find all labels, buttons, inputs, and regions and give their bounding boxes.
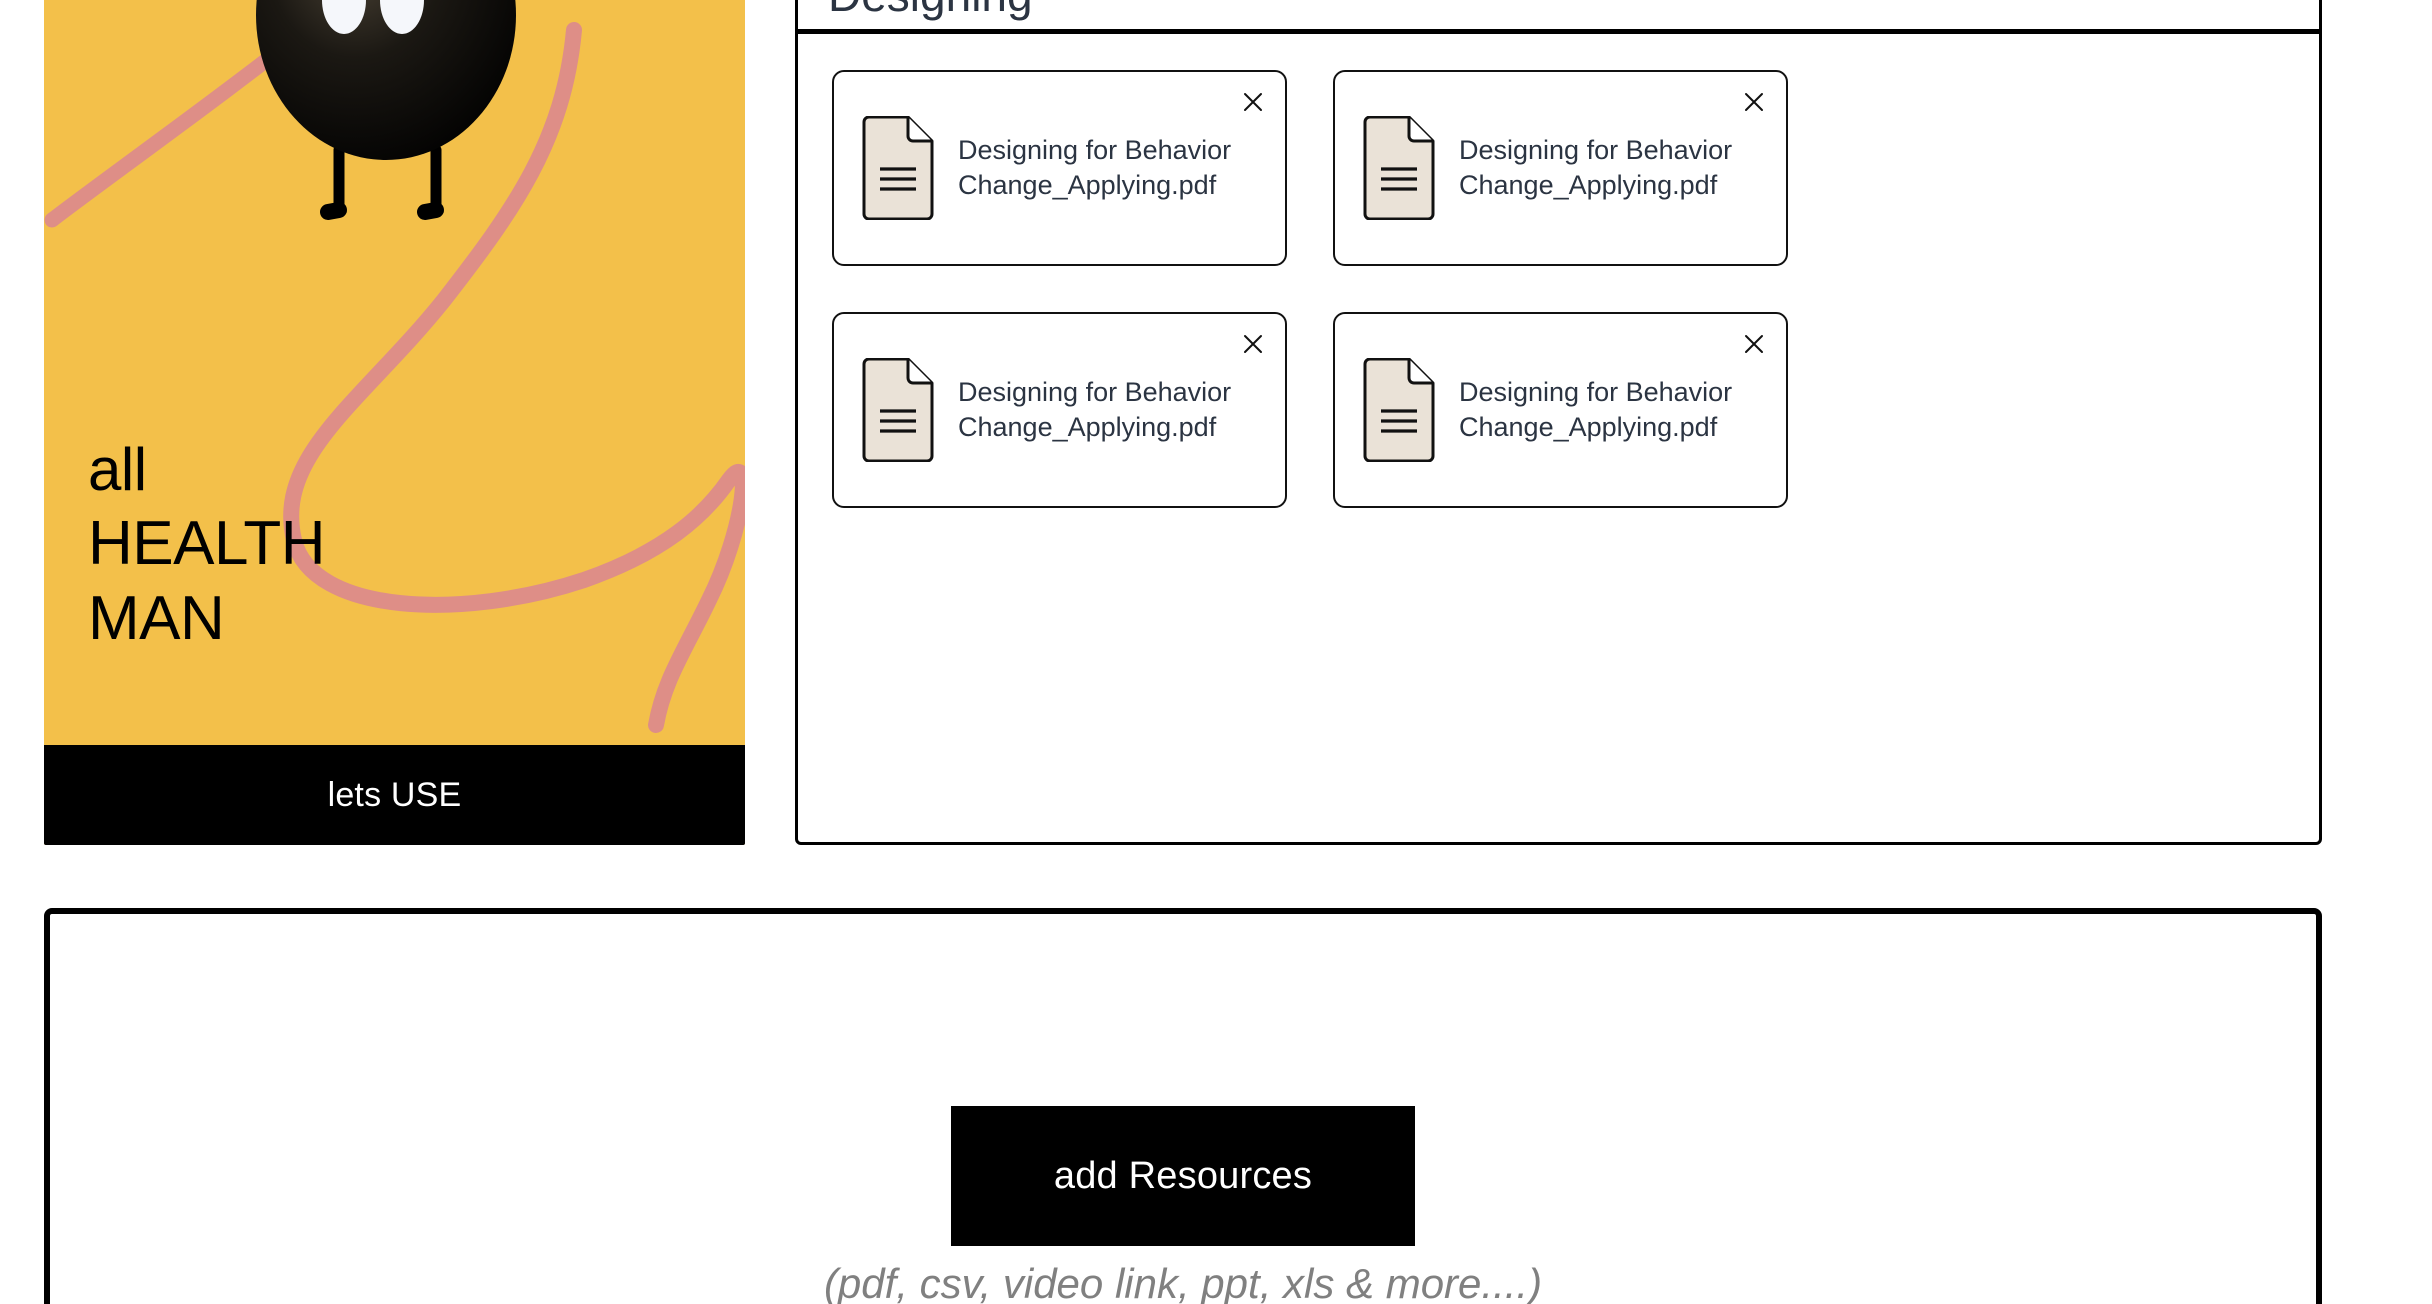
- hero-headline: all HEALTH MAN: [88, 436, 326, 653]
- resources-panel-title: Designing: [828, 0, 1033, 21]
- hero-illustration: [44, 0, 745, 845]
- file-card[interactable]: Designing for Behavior Change_Applying.p…: [1333, 312, 1788, 508]
- resources-panel-body: Designing for Behavior Change_Applying.p…: [798, 34, 2319, 542]
- add-resources-panel: add Resources (pdf, csv, video link, ppt…: [44, 908, 2322, 1304]
- document-icon: [1361, 116, 1437, 220]
- hero-headline-line-3: MAN: [88, 584, 225, 653]
- close-icon[interactable]: [1736, 326, 1772, 362]
- file-card[interactable]: Designing for Behavior Change_Applying.p…: [832, 70, 1287, 266]
- file-card[interactable]: Designing for Behavior Change_Applying.p…: [832, 312, 1287, 508]
- file-name-label: Designing for Behavior Change_Applying.p…: [1459, 377, 1733, 442]
- file-card[interactable]: Designing for Behavior Change_Applying.p…: [1333, 70, 1788, 266]
- file-card-grid: Designing for Behavior Change_Applying.p…: [832, 70, 2285, 508]
- document-icon: [1361, 358, 1437, 462]
- file-name-label: Designing for Behavior Change_Applying.p…: [958, 377, 1232, 442]
- hero-footer-label: lets USE: [327, 775, 462, 814]
- hero-headline-line-2: HEALTH: [88, 509, 326, 578]
- resources-panel: Designing Designing for Behavior Change_…: [795, 0, 2322, 845]
- file-name-label: Designing for Behavior Change_Applying.p…: [1459, 135, 1733, 200]
- resources-panel-header: Designing: [798, 0, 2319, 34]
- close-icon[interactable]: [1235, 84, 1271, 120]
- file-name-label: Designing for Behavior Change_Applying.p…: [958, 135, 1232, 200]
- hero-card[interactable]: all HEALTH MAN lets USE: [44, 0, 745, 845]
- hero-footer-button[interactable]: lets USE: [44, 745, 745, 845]
- add-resources-button[interactable]: add Resources: [951, 1106, 1415, 1246]
- document-icon: [860, 116, 936, 220]
- hero-headline-line-1: all: [88, 436, 147, 503]
- add-resources-hint: (pdf, csv, video link, ppt, xls & more..…: [823, 1260, 1543, 1304]
- add-resources-dropzone[interactable]: add Resources (pdf, csv, video link, ppt…: [50, 914, 2316, 1304]
- page-root: all HEALTH MAN lets USE Designing for Be…: [0, 0, 2432, 1304]
- close-icon[interactable]: [1736, 84, 1772, 120]
- close-icon[interactable]: [1235, 326, 1271, 362]
- document-icon: [860, 358, 936, 462]
